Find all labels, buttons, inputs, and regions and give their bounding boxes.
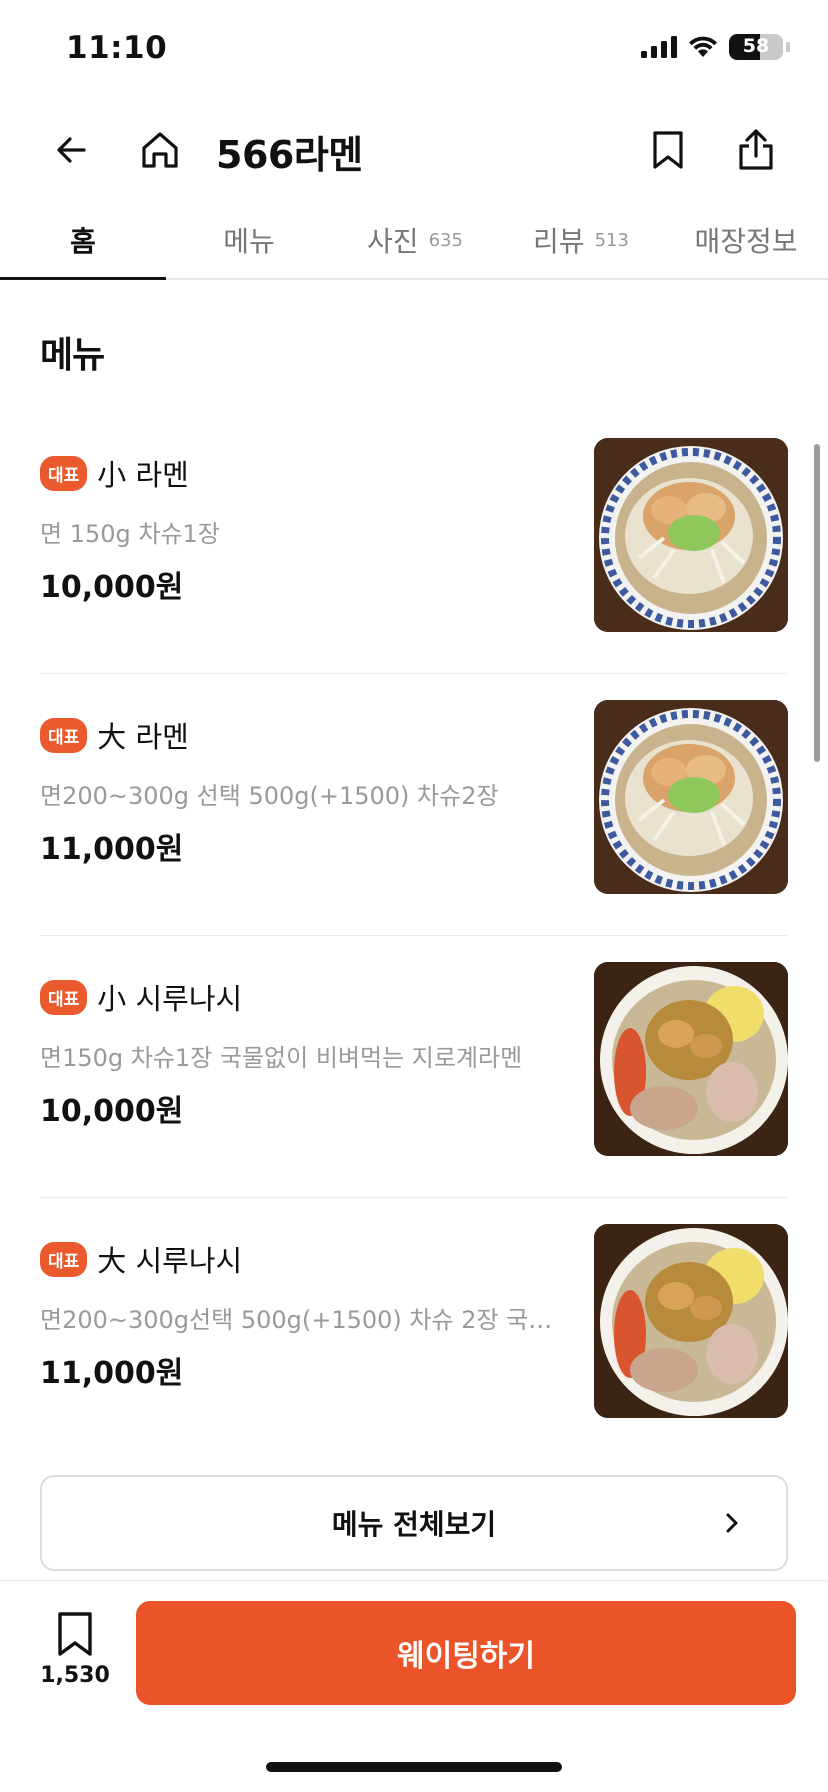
tab-label: 리뷰: [533, 225, 585, 258]
tab-home[interactable]: 홈: [0, 220, 166, 278]
menu-item-description: 면200~300g 선택 500g(+1500) 차슈2장: [40, 782, 499, 810]
status-time: 11:10: [66, 30, 168, 66]
tab-label: 매장정보: [694, 225, 798, 258]
active-tab-indicator: [0, 277, 166, 280]
menu-item-name: 大 라멘: [97, 720, 189, 754]
signature-badge: 대표: [40, 717, 88, 753]
cellular-signal-icon: [641, 36, 677, 58]
menu-item-description: 면200~300g선택 500g(+1500) 차슈 2장 국물...: [40, 1306, 560, 1334]
menu-item[interactable]: 대표 大 시루나시 면200~300g선택 500g(+1500) 차슈 2장 …: [40, 1198, 788, 1460]
waiting-button[interactable]: 웨이팅하기: [136, 1601, 796, 1705]
shirunashi-plate-image[interactable]: [594, 962, 788, 1156]
bottom-action-bar: 1,530 웨이팅하기: [0, 1580, 828, 1792]
menu-item-price: 11,000원: [40, 1356, 184, 1391]
bookmark-icon: [653, 131, 683, 169]
tab-menu[interactable]: 메뉴: [166, 220, 332, 278]
status-icons: 58: [641, 34, 790, 60]
signature-badge: 대표: [40, 979, 88, 1015]
menu-item-price: 10,000원: [40, 1094, 184, 1129]
menu-item-price: 11,000원: [40, 832, 184, 867]
header: 566라멘: [0, 98, 828, 202]
chevron-right-icon: [726, 1513, 738, 1533]
menu-item-name: 大 시루나시: [97, 1244, 243, 1278]
menu-item[interactable]: 대표 小 라멘 면 150g 차슈1장 10,000원: [40, 412, 788, 674]
menu-item-name-row: 대표 小 라멘: [40, 452, 189, 494]
tab-store-info[interactable]: 매장정보: [664, 220, 828, 278]
signature-badge: 대표: [40, 455, 88, 491]
tab-label: 사진: [367, 225, 419, 258]
tab-reviews[interactable]: 리뷰 513: [498, 220, 664, 278]
menu-item-description: 면150g 차슈1장 국물없이 비벼먹는 지로계라멘: [40, 1044, 523, 1072]
tab-label: 홈: [70, 225, 96, 258]
menu-item-name: 小 시루나시: [97, 982, 243, 1016]
wifi-icon: [689, 36, 717, 57]
tab-bar: 홈 메뉴 사진 635 리뷰 513 매장정보: [0, 202, 828, 280]
share-button[interactable]: [728, 122, 784, 178]
ramen-bowl-image[interactable]: [594, 438, 788, 632]
menu-item-name: 小 라멘: [97, 458, 189, 492]
share-icon: [739, 129, 773, 170]
scrollbar[interactable]: [814, 444, 820, 762]
menu-item-name-row: 대표 大 시루나시: [40, 1238, 242, 1280]
signature-badge: 대표: [40, 1241, 88, 1277]
home-icon: [142, 132, 178, 168]
menu-item[interactable]: 대표 小 시루나시 면150g 차슈1장 국물없이 비벼먹는 지로계라멘 10,…: [40, 936, 788, 1198]
bookmark-button[interactable]: [640, 122, 696, 178]
section-title: 메뉴: [40, 335, 105, 376]
menu-item-description: 면 150g 차슈1장: [40, 520, 220, 548]
view-all-menu-button[interactable]: 메뉴 전체보기: [40, 1475, 788, 1571]
menu-item[interactable]: 대표 大 라멘 면200~300g 선택 500g(+1500) 차슈2장 11…: [40, 674, 788, 936]
shirunashi-plate-image[interactable]: [594, 1224, 788, 1418]
menu-item-price: 10,000원: [40, 570, 184, 605]
status-bar: 11:10 58: [0, 0, 828, 98]
menu-item-name-row: 대표 大 라멘: [40, 714, 189, 756]
battery-percent: 58: [742, 35, 770, 57]
menu-item-name-row: 대표 小 시루나시: [40, 976, 242, 1018]
battery-cap: [786, 42, 790, 52]
home-indicator[interactable]: [266, 1762, 562, 1772]
save-store-button[interactable]: 1,530: [38, 1611, 112, 1709]
waiting-label: 웨이팅하기: [397, 1639, 535, 1674]
tab-label: 메뉴: [223, 225, 275, 258]
home-button[interactable]: [132, 122, 188, 178]
tab-count: 635: [428, 230, 463, 251]
back-button[interactable]: [44, 122, 100, 178]
bookmark-icon: [58, 1612, 92, 1656]
battery-icon: 58: [729, 34, 783, 60]
page-title: 566라멘: [216, 133, 363, 177]
tab-count: 513: [594, 230, 629, 251]
tab-photos[interactable]: 사진 635: [332, 220, 498, 278]
view-all-label: 메뉴 전체보기: [331, 1508, 497, 1541]
ramen-bowl-image[interactable]: [594, 700, 788, 894]
back-arrow-icon: [57, 137, 86, 163]
save-count: 1,530: [40, 1663, 110, 1688]
